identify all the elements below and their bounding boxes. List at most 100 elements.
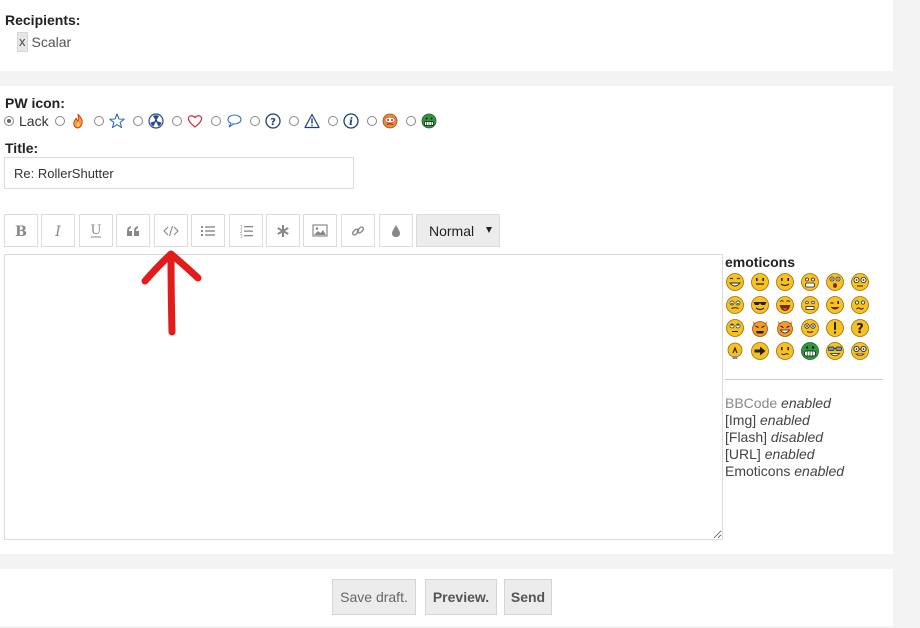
emoticon-tongue-icon[interactable] <box>775 295 795 315</box>
svg-text:B: B <box>15 224 27 238</box>
emoticon-dizzy-icon[interactable] <box>800 318 820 338</box>
svg-text:3: 3 <box>240 233 243 238</box>
feature-bbcode: BBCode enabled <box>725 395 831 411</box>
pw-icon-radio-heart[interactable] <box>171 116 182 126</box>
pw-icon-radio-warning[interactable] <box>288 116 299 126</box>
pw-icon-radio-grin[interactable] <box>405 116 416 126</box>
emoticon-green-grin-icon[interactable] <box>800 341 820 361</box>
pw-icon-radio-mad[interactable] <box>366 116 377 126</box>
bullet-list-button[interactable] <box>191 214 225 247</box>
image-icon <box>312 224 328 237</box>
color-button[interactable] <box>379 214 413 247</box>
pw-icon-radio-star[interactable] <box>93 116 104 126</box>
bold-button[interactable]: B <box>4 214 38 247</box>
mad-face-icon <box>382 113 397 129</box>
feature-emoticons: Emoticons enabled <box>725 463 845 479</box>
pw-icon-radio-radioactive[interactable] <box>132 116 143 126</box>
heart-icon <box>187 115 202 128</box>
emoticons-title: emoticons <box>725 254 796 270</box>
pw-icon-none-label: Lack <box>19 113 49 129</box>
link-icon <box>351 225 365 236</box>
code-button[interactable] <box>154 214 188 247</box>
underline-icon: U <box>91 223 102 238</box>
emoticon-exclamation-icon[interactable] <box>825 318 845 338</box>
recipient-item: x Scalar <box>17 32 71 52</box>
pw-icon-radio-question[interactable] <box>249 116 260 126</box>
link-button[interactable] <box>341 214 375 247</box>
underline-button[interactable]: U <box>79 214 113 247</box>
emoticons-grid: ? <box>725 272 875 364</box>
image-button[interactable] <box>303 214 337 247</box>
asterisk-icon <box>277 224 289 237</box>
color-drop-icon <box>392 224 400 237</box>
preview-button[interactable]: Preview. <box>425 579 497 615</box>
recipients-panel <box>0 0 893 71</box>
recipient-name: Scalar <box>31 34 72 50</box>
save-draft-button[interactable]: Save draft. <box>332 579 416 615</box>
remove-recipient-button[interactable]: x <box>17 32 28 52</box>
pw-icon-radio-fire[interactable] <box>54 116 65 126</box>
speech-bubble-icon <box>227 114 242 128</box>
recipients-label: Recipients: <box>5 12 81 28</box>
pw-icon-radio-info[interactable] <box>327 116 338 126</box>
svg-text:?: ? <box>270 117 276 128</box>
question-icon: ? <box>264 113 281 129</box>
emoticon-glasses-eyes-icon[interactable] <box>850 272 870 292</box>
italic-button[interactable]: I <box>41 214 75 247</box>
bold-icon: B <box>15 224 27 238</box>
info-icon: i <box>342 113 359 129</box>
emoticon-crazy-icon[interactable] <box>775 341 795 361</box>
emoticon-blank-icon[interactable] <box>725 295 745 315</box>
numbered-list-button[interactable]: 123 <box>229 214 263 247</box>
pw-icon-radio-none[interactable] <box>4 116 14 126</box>
emoticons-divider <box>725 379 883 380</box>
emoticon-question-icon[interactable]: ? <box>850 318 870 338</box>
warning-icon <box>303 113 320 129</box>
title-label: Title: <box>5 140 39 156</box>
emoticon-neutral-sweat-icon[interactable] <box>800 295 820 315</box>
emoticon-nerd-icon[interactable] <box>850 341 870 361</box>
emoticon-cool-icon[interactable] <box>750 295 770 315</box>
pw-icon-label: PW icon: <box>5 95 65 111</box>
font-size-select[interactable]: Normal <box>416 214 500 247</box>
radioactive-icon <box>147 113 164 129</box>
message-textarea[interactable] <box>4 254 723 540</box>
star-icon <box>108 113 125 129</box>
svg-text:?: ? <box>856 322 864 337</box>
pw-icon-options: Lack ? i <box>4 111 445 131</box>
title-input[interactable] <box>4 157 354 189</box>
font-size-value: Normal <box>429 222 475 239</box>
numbered-list-icon: 123 <box>240 224 253 238</box>
emoticon-arrow-icon[interactable] <box>750 341 770 361</box>
pw-icon-radio-speech[interactable] <box>210 116 221 126</box>
svg-text:i: i <box>349 117 353 128</box>
code-icon <box>163 225 179 236</box>
bullet-list-icon <box>201 225 215 236</box>
feature-url: [URL] enabled <box>725 446 815 462</box>
fire-icon <box>72 113 83 129</box>
asterisk-button[interactable] <box>266 214 300 247</box>
bbcode-status-list: BBCode enabled [Img] enabled [Flash] dis… <box>725 395 844 480</box>
emoticon-confused-icon[interactable] <box>850 295 870 315</box>
svg-text:I: I <box>54 224 61 238</box>
emoticon-twisted-evil-icon[interactable] <box>775 318 795 338</box>
emoticon-rolleyes-icon[interactable] <box>725 318 745 338</box>
emoticon-laughing-icon[interactable] <box>725 272 745 292</box>
quote-button[interactable] <box>116 214 150 247</box>
emoticon-wink-smile-icon[interactable] <box>775 272 795 292</box>
emoticon-wink-icon[interactable] <box>825 295 845 315</box>
emoticon-smile-icon[interactable] <box>750 272 770 292</box>
quote-icon <box>127 225 139 236</box>
feature-img: [Img] enabled <box>725 412 810 428</box>
send-button[interactable]: Send <box>504 579 552 615</box>
emoticon-evil-icon[interactable] <box>750 318 770 338</box>
emoticon-surprised-icon[interactable] <box>825 272 845 292</box>
chevron-down-icon <box>486 227 492 233</box>
grin-face-icon <box>421 113 436 129</box>
emoticon-idea-icon[interactable] <box>725 341 745 361</box>
svg-text:U: U <box>91 223 102 238</box>
feature-flash: [Flash] disabled <box>725 429 824 445</box>
italic-icon: I <box>54 224 61 238</box>
emoticon-sunglasses-grin-icon[interactable] <box>825 341 845 361</box>
emoticon-big-grin-icon[interactable] <box>800 272 820 292</box>
